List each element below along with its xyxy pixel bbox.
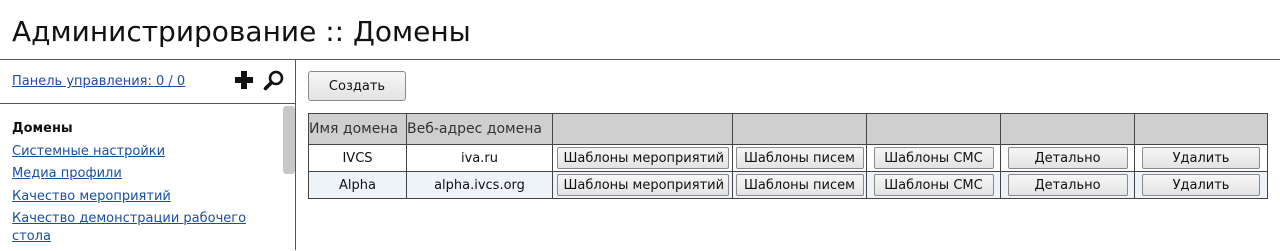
sidebar-nav: Домены Системные настройки Медиа профили… xyxy=(12,120,274,251)
sidebar-scrollbar[interactable] xyxy=(282,104,296,250)
column-header-details xyxy=(1000,113,1135,145)
domain-url-cell: iva.ru xyxy=(406,144,553,172)
mail-templates-button[interactable]: Шаблоны писем xyxy=(735,174,864,196)
column-header-delete xyxy=(1134,113,1268,145)
search-icon[interactable] xyxy=(263,69,285,91)
event-templates-button[interactable]: Шаблоны мероприятий xyxy=(556,174,729,196)
plus-icon[interactable] xyxy=(234,70,254,90)
sidebar-item-desktop-sharing-quality[interactable]: Качество демонстрации рабочего стола xyxy=(12,211,246,244)
sms-templates-button[interactable]: Шаблоны СМС xyxy=(873,147,994,169)
domains-table: Имя домена Веб-адрес домена IVCS iva.ru … xyxy=(308,113,1268,199)
sidebar-item-event-quality[interactable]: Качество мероприятий xyxy=(12,189,171,204)
domain-name-cell: Alpha xyxy=(308,171,407,199)
scrollbar-thumb[interactable] xyxy=(283,106,295,174)
create-button[interactable]: Создать xyxy=(308,71,406,101)
sidebar: Панель управления: 0 / 0 Домены Системны… xyxy=(0,60,296,250)
column-header-mail-templates xyxy=(732,113,867,145)
column-header-event-templates xyxy=(552,113,733,145)
domain-url-cell: alpha.ivcs.org xyxy=(406,171,553,199)
details-button[interactable]: Детально xyxy=(1007,147,1128,169)
domain-name-cell: IVCS xyxy=(308,144,407,172)
sms-templates-button[interactable]: Шаблоны СМС xyxy=(873,174,994,196)
sidebar-item-system-settings[interactable]: Системные настройки xyxy=(12,144,165,159)
table-row: IVCS iva.ru Шаблоны мероприятий Шаблоны … xyxy=(308,144,1268,172)
column-header-sms-templates xyxy=(866,113,1001,145)
sidebar-item-domains[interactable]: Домены xyxy=(12,120,274,138)
delete-button[interactable]: Удалить xyxy=(1142,147,1260,169)
event-templates-button[interactable]: Шаблоны мероприятий xyxy=(556,147,729,169)
column-header-domain-name: Имя домена xyxy=(308,113,407,145)
sidebar-divider xyxy=(0,103,296,104)
dashboard-link[interactable]: Панель управления: 0 / 0 xyxy=(12,74,185,89)
mail-templates-button[interactable]: Шаблоны писем xyxy=(735,147,864,169)
table-row: Alpha alpha.ivcs.org Шаблоны мероприятий… xyxy=(308,171,1268,199)
sidebar-item-media-profiles[interactable]: Медиа профили xyxy=(12,166,122,181)
delete-button[interactable]: Удалить xyxy=(1142,174,1260,196)
column-header-domain-url: Веб-адрес домена xyxy=(406,113,553,145)
page-title: Администрирование :: Домены xyxy=(12,15,471,48)
table-header-row: Имя домена Веб-адрес домена xyxy=(308,113,1268,145)
details-button[interactable]: Детально xyxy=(1007,174,1128,196)
